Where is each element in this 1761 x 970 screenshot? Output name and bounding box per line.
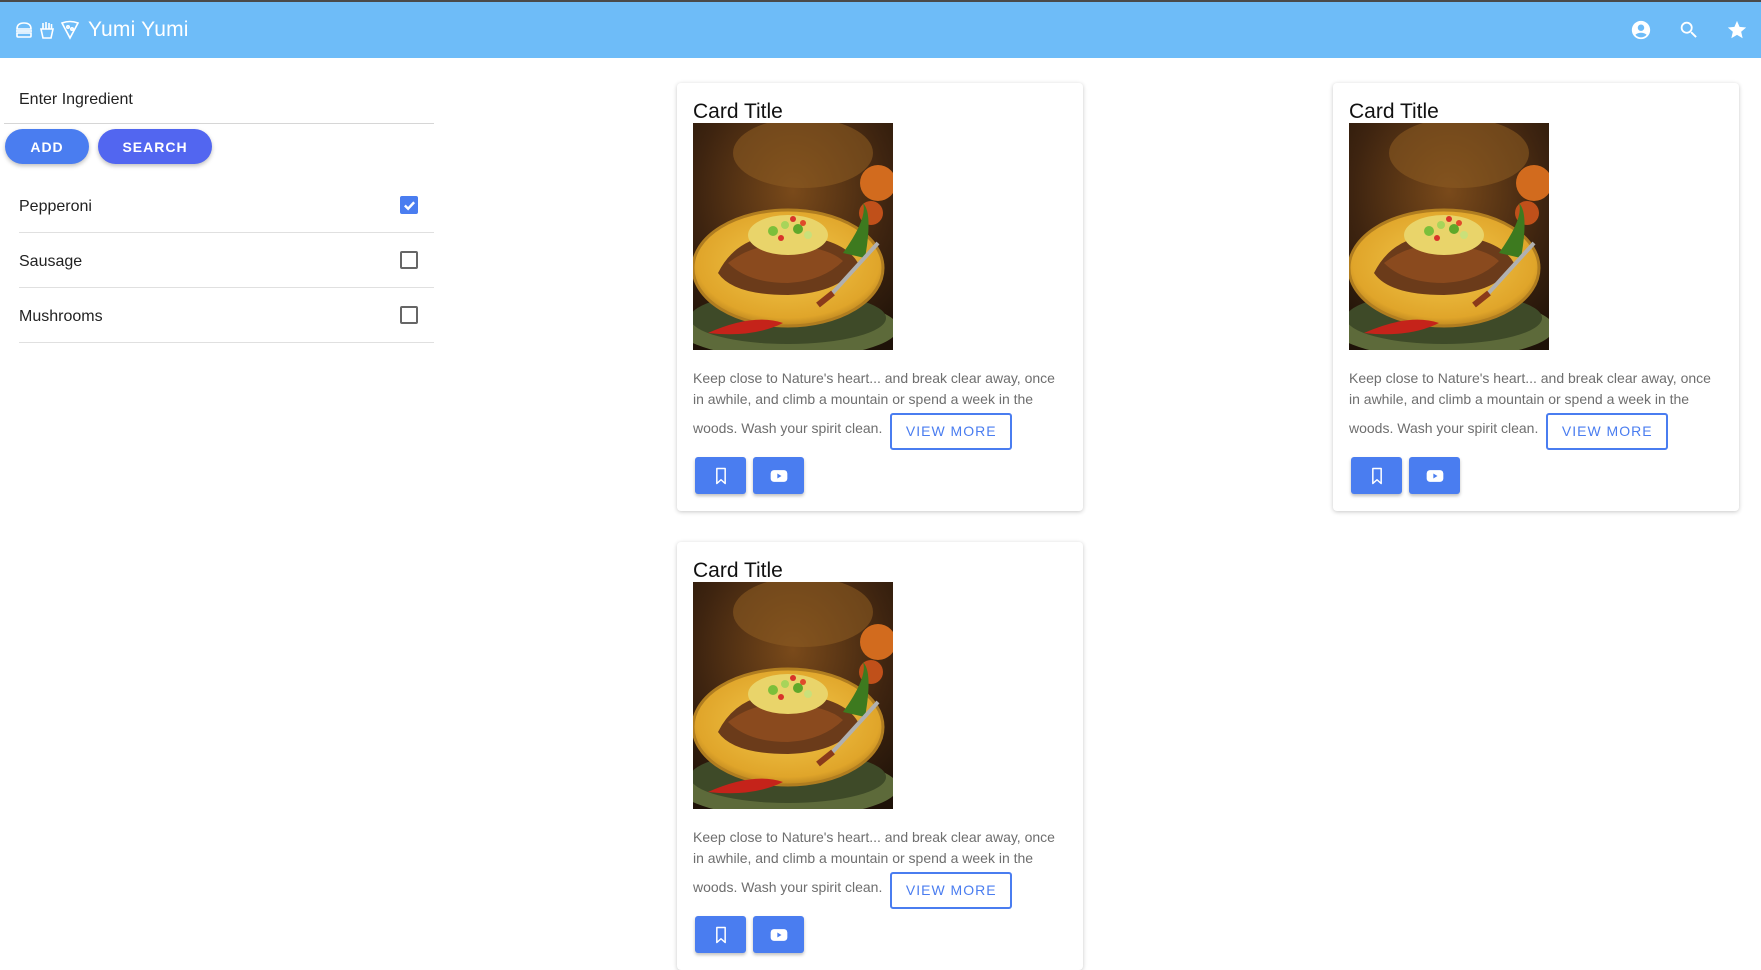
ingredient-checkbox[interactable] [400, 251, 418, 269]
card-title: Card Title [693, 559, 783, 582]
ingredient-label: Sausage [19, 252, 83, 270]
ingredient-checkbox[interactable] [400, 196, 418, 214]
bookmark-button[interactable] [695, 457, 746, 494]
list-item[interactable]: Sausage [19, 233, 434, 288]
youtube-icon [770, 469, 787, 482]
food-icons [14, 20, 80, 40]
app-bar: Yumi Yumi [0, 0, 1761, 58]
account-button[interactable] [1617, 6, 1665, 54]
list-item[interactable]: Pepperoni [19, 178, 434, 233]
bookmark-icon [1371, 467, 1382, 484]
ingredient-label: Mushrooms [19, 307, 103, 325]
pizza-icon [60, 20, 80, 40]
view-more-button[interactable]: VIEW MORE [890, 413, 1013, 450]
ingredient-checkbox[interactable] [400, 306, 418, 324]
add-button[interactable]: ADD [5, 129, 89, 164]
favorites-button[interactable] [1713, 6, 1761, 54]
fries-icon [40, 22, 54, 39]
youtube-icon [770, 928, 787, 941]
search-icon [1680, 21, 1697, 38]
search-button[interactable]: SEARCH [98, 129, 212, 164]
app-title: Yumi Yumi [88, 18, 189, 41]
top-actions [1617, 2, 1761, 58]
youtube-button[interactable] [753, 457, 804, 494]
recipe-card: Card Title Keep close to Nature's heart.… [677, 83, 1083, 511]
card-title: Card Title [693, 100, 783, 123]
view-more-button[interactable]: VIEW MORE [890, 872, 1013, 909]
account-circle-icon [1631, 20, 1651, 40]
card-image [693, 123, 893, 350]
view-more-button[interactable]: VIEW MORE [1546, 413, 1669, 450]
card-image [693, 582, 893, 809]
bookmark-icon [715, 926, 726, 943]
brand[interactable]: Yumi Yumi [14, 18, 189, 42]
ingredient-label: Pepperoni [19, 197, 92, 215]
bookmark-button[interactable] [695, 916, 746, 953]
card-description: Keep close to Nature's heart... and brea… [1349, 368, 1725, 450]
bookmark-icon [715, 467, 726, 484]
recipe-card: Card Title Keep close to Nature's heart.… [677, 542, 1083, 970]
card-description: Keep close to Nature's heart... and brea… [693, 368, 1069, 450]
card-image [1349, 123, 1549, 350]
ingredient-list: Pepperoni Sausage Mushrooms [19, 178, 434, 343]
list-item[interactable]: Mushrooms [19, 288, 434, 343]
ingredient-field [4, 58, 434, 124]
card-description: Keep close to Nature's heart... and brea… [693, 827, 1069, 909]
ingredient-input[interactable] [4, 58, 434, 123]
youtube-button[interactable] [1409, 457, 1460, 494]
star-icon [1727, 20, 1747, 39]
card-title: Card Title [1349, 100, 1439, 123]
recipe-card: Card Title Keep close to Nature's heart.… [1333, 83, 1739, 511]
youtube-icon [1426, 469, 1443, 482]
check-icon [403, 200, 415, 210]
bookmark-button[interactable] [1351, 457, 1402, 494]
burger-icon [16, 22, 32, 38]
youtube-button[interactable] [753, 916, 804, 953]
search-button-top[interactable] [1665, 6, 1713, 54]
